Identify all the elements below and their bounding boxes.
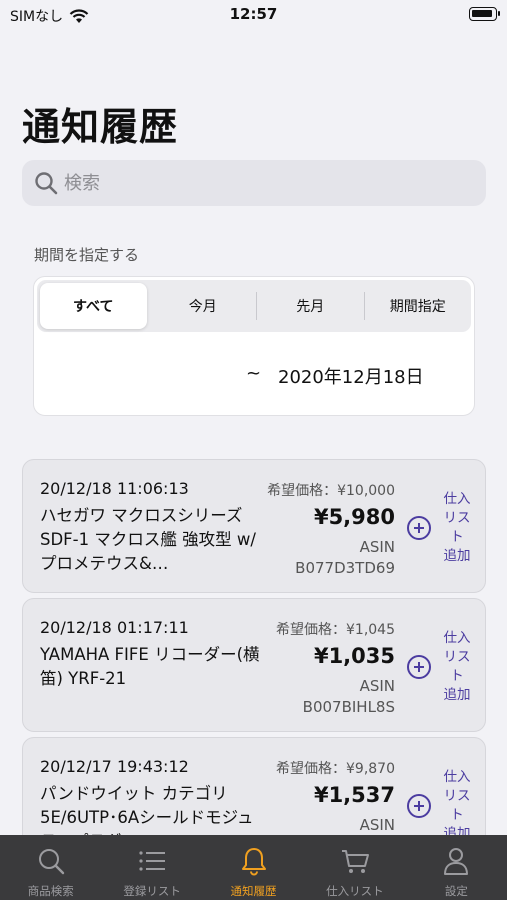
period-label: 期間を指定する <box>34 246 140 264</box>
add-to-purchase-list-label: 仕入 リスト 追加 <box>443 630 471 703</box>
add-to-purchase-list-label: 仕入 リスト 追加 <box>443 491 471 564</box>
plus-circle-icon <box>407 655 431 679</box>
status-bar: SIMなし 12:57 <box>0 0 507 32</box>
battery-icon <box>469 7 500 21</box>
segment-custom-period[interactable]: 期間指定 <box>365 280 472 332</box>
tab-settings[interactable]: 設定 <box>406 835 507 900</box>
tab-bar: 商品検索 登録リスト 通知履歴 仕入リスト 設定 <box>0 835 507 900</box>
add-to-purchase-list-label: 仕入 リスト 追加 <box>443 769 471 842</box>
plus-circle-icon <box>407 794 431 818</box>
tab-purchase-list[interactable]: 仕入リスト <box>304 835 405 900</box>
wish-price: 希望価格：¥9,870 <box>276 761 395 777</box>
cart-icon <box>341 850 369 873</box>
tab-label: 通知履歴 <box>230 884 277 898</box>
segment-all[interactable]: すべて <box>40 283 147 329</box>
current-price: ¥1,035 <box>313 644 395 668</box>
tab-label: 登録リスト <box>123 884 181 898</box>
end-date[interactable]: 2020年12月18日 <box>278 363 424 389</box>
notification-card[interactable]: 20/12/18 01:17:11 希望価格：¥1,045 YAMAHA FIF… <box>22 598 486 732</box>
add-to-purchase-list-button[interactable]: 仕入 リスト 追加 <box>407 491 477 564</box>
tab-label: 仕入リスト <box>326 884 384 898</box>
period-card: すべて 今月 先月 期間指定 ~ 2020年12月18日 <box>33 276 475 416</box>
period-segmented-control: すべて 今月 先月 期間指定 <box>37 280 471 332</box>
asin-value: B007BIHL8S <box>302 698 395 716</box>
segment-last-month[interactable]: 先月 <box>257 280 364 332</box>
add-to-purchase-list-button[interactable]: 仕入 リスト 追加 <box>407 630 477 703</box>
current-price: ¥5,980 <box>313 505 395 529</box>
segment-this-month[interactable]: 今月 <box>150 280 257 332</box>
asin-label: ASIN <box>359 677 395 695</box>
asin-value: B077D3TD69 <box>295 559 395 577</box>
search-input[interactable] <box>64 163 464 203</box>
status-time: 12:57 <box>229 5 278 23</box>
tab-label: 設定 <box>444 884 468 898</box>
wish-price: 希望価格：¥1,045 <box>276 622 395 638</box>
search-icon <box>38 849 64 875</box>
asin-label: ASIN <box>359 816 395 834</box>
tab-label: 商品検索 <box>27 884 74 898</box>
product-title: YAMAHA FIFE リコーダー(横笛) YRF-21 <box>40 645 260 688</box>
asin-label: ASIN <box>359 538 395 556</box>
notification-datetime: 20/12/17 19:43:12 <box>40 757 189 776</box>
notification-list: 20/12/18 11:06:13 希望価格：¥10,000 ハセガワ マクロス… <box>22 459 486 876</box>
tab-notification-history[interactable]: 通知履歴 <box>203 835 304 900</box>
search-icon <box>35 172 58 195</box>
page-title: 通知履歴 <box>22 105 179 149</box>
current-price: ¥1,537 <box>313 783 395 807</box>
date-range-separator: ~ <box>246 363 262 384</box>
tab-product-search[interactable]: 商品検索 <box>0 835 101 900</box>
wish-price: 希望価格：¥10,000 <box>267 483 395 499</box>
search-bar[interactable] <box>22 160 486 206</box>
add-to-purchase-list-button[interactable]: 仕入 リスト 追加 <box>407 769 477 842</box>
bell-icon <box>241 848 266 876</box>
list-icon <box>139 851 166 871</box>
product-title: ハセガワ マクロスシリーズ SDF-1 マクロス艦 強攻型 w/プロメテウス&… <box>40 506 256 573</box>
notification-card[interactable]: 20/12/18 11:06:13 希望価格：¥10,000 ハセガワ マクロス… <box>22 459 486 593</box>
person-icon <box>444 848 469 875</box>
notification-datetime: 20/12/18 11:06:13 <box>40 479 189 498</box>
plus-circle-icon <box>407 516 431 540</box>
tab-registered-list[interactable]: 登録リスト <box>101 835 202 900</box>
notification-datetime: 20/12/18 01:17:11 <box>40 618 189 637</box>
